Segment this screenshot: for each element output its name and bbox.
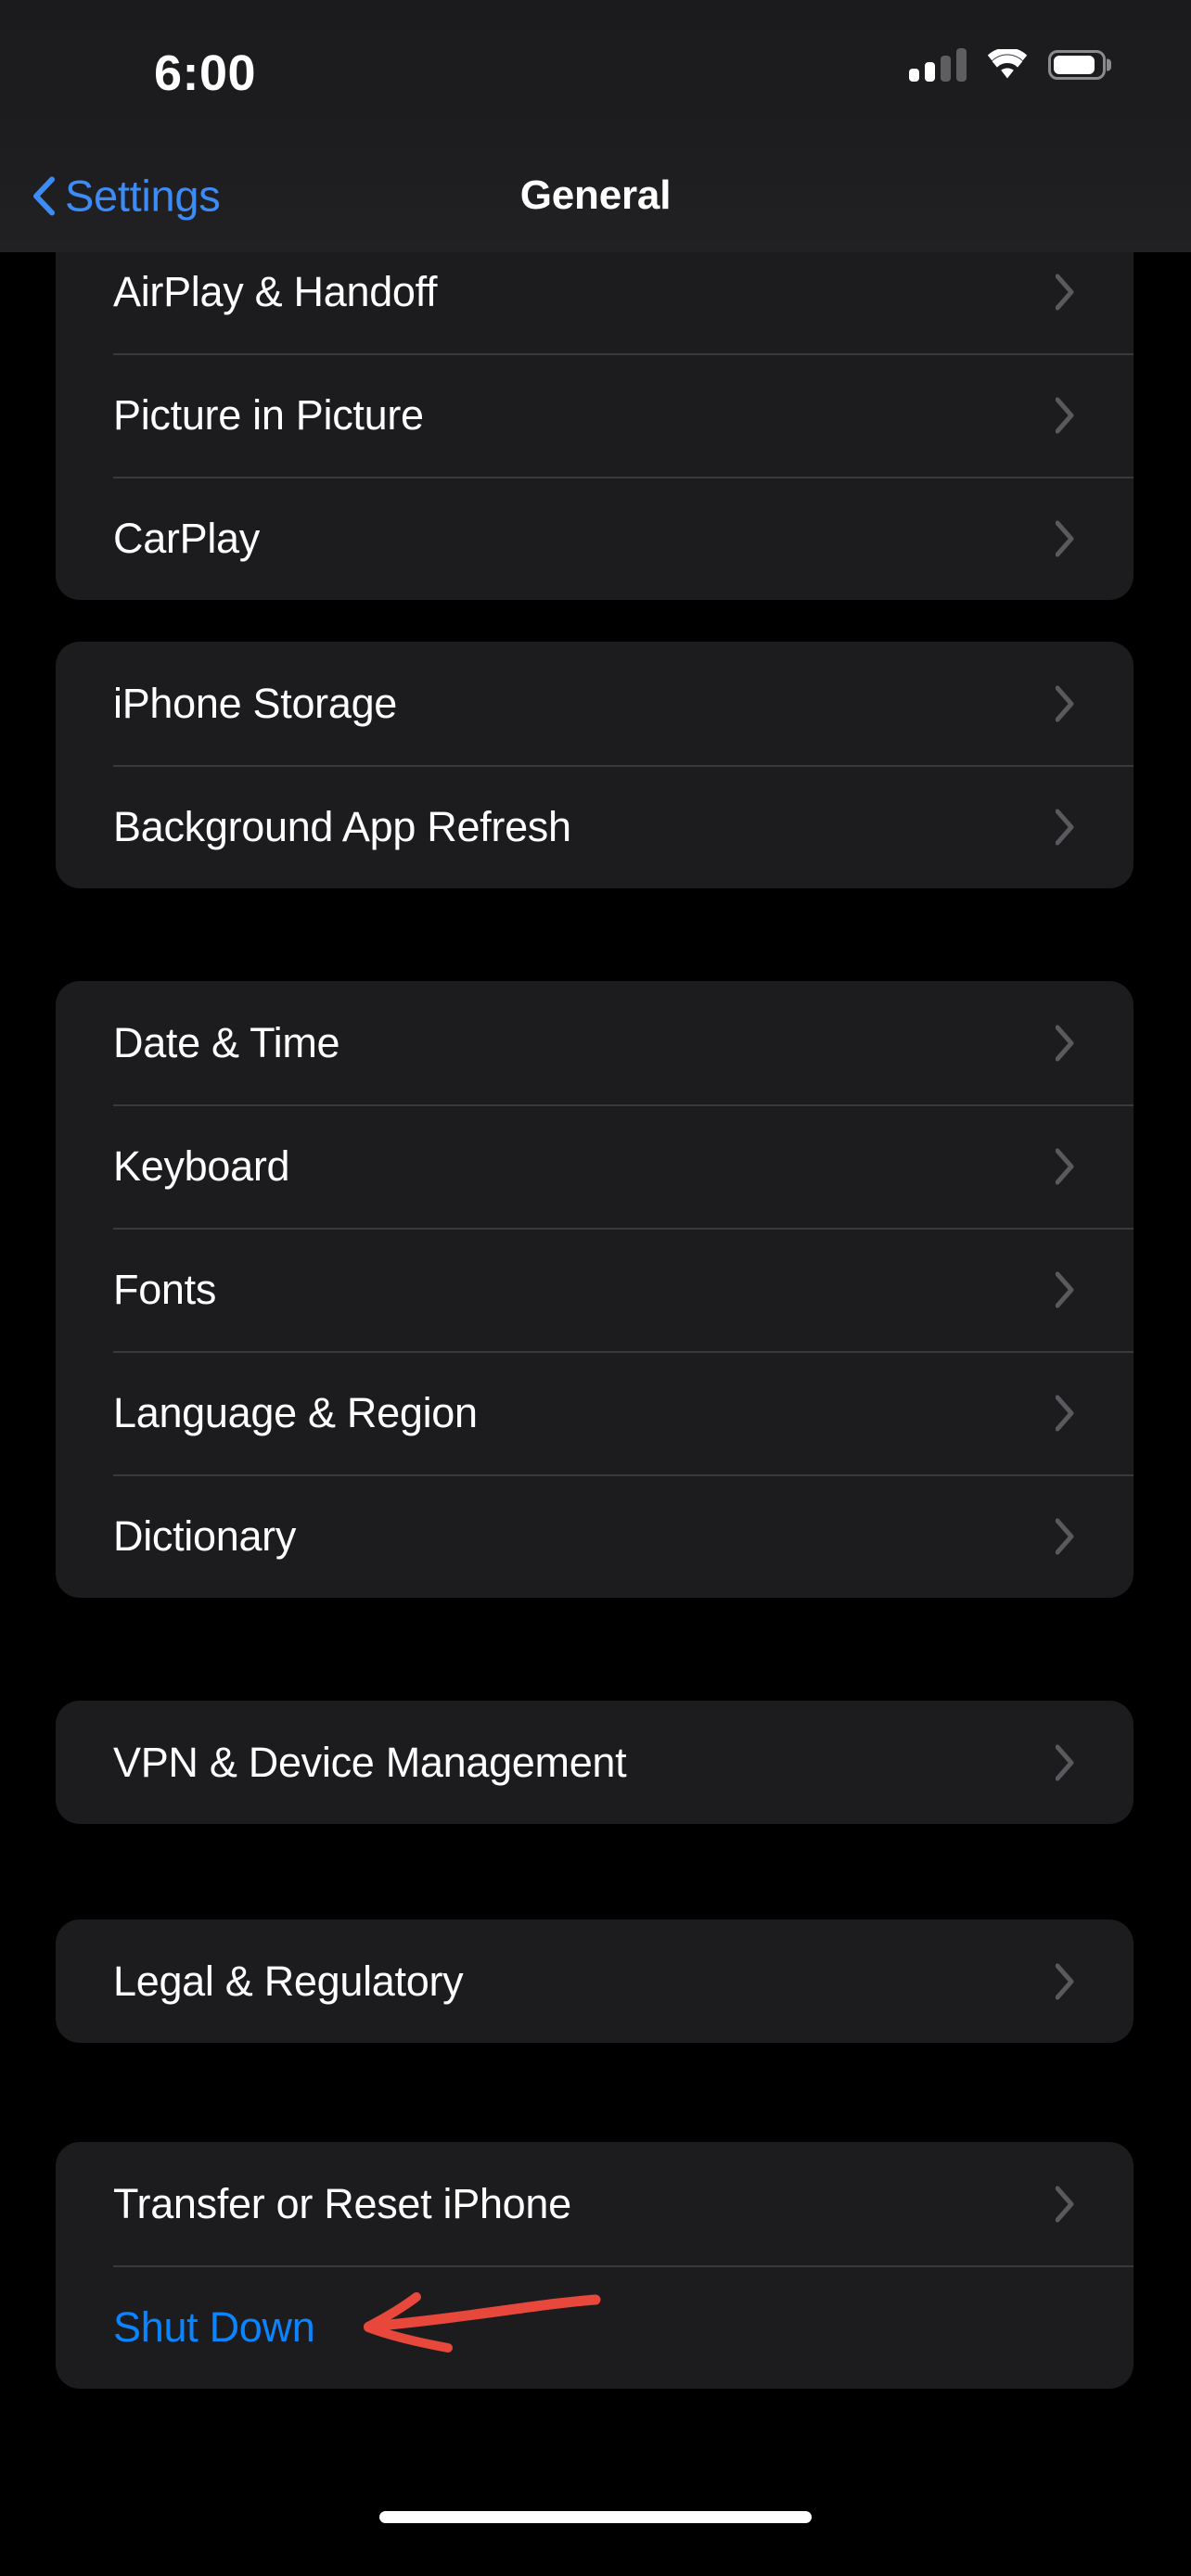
- row-label: Transfer or Reset iPhone: [113, 2179, 571, 2227]
- chevron-right-icon: [1056, 1395, 1074, 1431]
- settings-group-vpn: VPN & Device Management: [56, 1701, 1133, 1824]
- settings-row-date-time[interactable]: Date & Time: [56, 981, 1133, 1104]
- settings-row-fonts[interactable]: Fonts: [56, 1228, 1133, 1351]
- settings-group-locale: Date & Time Keyboard Fonts Language & Re…: [56, 981, 1133, 1598]
- row-label: Language & Region: [113, 1388, 478, 1436]
- chevron-right-icon: [1056, 274, 1074, 310]
- row-label: Fonts: [113, 1265, 217, 1313]
- status-bar-time: 6:00: [154, 45, 257, 101]
- row-label: Shut Down: [113, 2302, 315, 2351]
- settings-row-iphone-storage[interactable]: iPhone Storage: [56, 642, 1133, 765]
- wifi-icon: [987, 49, 1028, 79]
- settings-row-background-app-refresh[interactable]: Background App Refresh: [56, 765, 1133, 888]
- row-label: Legal & Regulatory: [113, 1957, 464, 2005]
- settings-row-shut-down[interactable]: Shut Down: [56, 2265, 1133, 2389]
- settings-row-language-region[interactable]: Language & Region: [56, 1351, 1133, 1474]
- chevron-right-icon: [1056, 1518, 1074, 1554]
- chevron-right-icon: [1056, 2186, 1074, 2222]
- settings-row-dictionary[interactable]: Dictionary: [56, 1474, 1133, 1598]
- cellular-signal-icon: [909, 48, 967, 82]
- settings-row-keyboard[interactable]: Keyboard: [56, 1104, 1133, 1228]
- row-label: CarPlay: [113, 514, 260, 562]
- row-label: Date & Time: [113, 1018, 340, 1066]
- chevron-right-icon: [1056, 520, 1074, 556]
- row-label: AirPlay & Handoff: [113, 267, 438, 315]
- settings-group-reset: Transfer or Reset iPhone Shut Down: [56, 2142, 1133, 2389]
- settings-row-picture-in-picture[interactable]: Picture in Picture: [56, 353, 1133, 477]
- row-label: Background App Refresh: [113, 802, 571, 850]
- row-label: Keyboard: [113, 1141, 290, 1190]
- navigation-bar: Settings General: [0, 139, 1191, 252]
- page-title: General: [519, 172, 672, 218]
- home-indicator[interactable]: [379, 2511, 812, 2523]
- settings-row-vpn-device-management[interactable]: VPN & Device Management: [56, 1701, 1133, 1824]
- chevron-right-icon: [1056, 1271, 1074, 1307]
- status-bar-indicators: [909, 48, 1106, 82]
- settings-row-legal-regulatory[interactable]: Legal & Regulatory: [56, 1919, 1133, 2043]
- battery-fill: [1054, 56, 1095, 74]
- chevron-right-icon: [1056, 809, 1074, 845]
- chevron-right-icon: [1056, 397, 1074, 433]
- settings-group-storage: iPhone Storage Background App Refresh: [56, 642, 1133, 888]
- row-label: Dictionary: [113, 1511, 297, 1560]
- settings-scroll-view[interactable]: AirPlay & Handoff Picture in Picture Car…: [0, 0, 1191, 2576]
- battery-icon: [1048, 50, 1106, 80]
- chevron-right-icon: [1056, 1744, 1074, 1780]
- settings-row-carplay[interactable]: CarPlay: [56, 477, 1133, 600]
- chevron-right-icon: [1056, 1025, 1074, 1061]
- settings-row-transfer-or-reset-iphone[interactable]: Transfer or Reset iPhone: [56, 2142, 1133, 2265]
- chevron-right-icon: [1056, 1148, 1074, 1184]
- settings-group-legal: Legal & Regulatory: [56, 1919, 1133, 2043]
- row-label: iPhone Storage: [113, 679, 398, 727]
- row-label: Picture in Picture: [113, 390, 424, 439]
- chevron-right-icon: [1056, 685, 1074, 721]
- iphone-settings-general-screen: AirPlay & Handoff Picture in Picture Car…: [0, 0, 1191, 2576]
- status-bar: 6:00: [0, 0, 1191, 139]
- chevron-right-icon: [1056, 1963, 1074, 1999]
- row-label: VPN & Device Management: [113, 1738, 627, 1786]
- settings-group-display: AirPlay & Handoff Picture in Picture Car…: [56, 230, 1133, 600]
